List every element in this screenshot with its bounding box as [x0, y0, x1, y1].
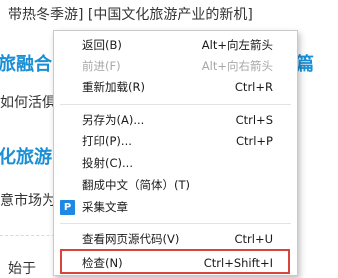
- article-title-line[interactable]: 带热冬季游] [中国文化旅游产业的新机]: [8, 4, 253, 24]
- menu-item-shortcut: Ctrl+P: [235, 134, 273, 148]
- menu-item-label: 另存为(A)...: [82, 113, 145, 127]
- menu-item-translate[interactable]: 翻成中文（简体）(T): [54, 175, 297, 196]
- menu-item-view-source[interactable]: 查看网页源代码(V) Ctrl+U: [54, 229, 297, 250]
- context-menu: 返回(B) Alt+向左箭头 前进(F) Alt+向右箭头 重新加载(R) Ct…: [53, 30, 298, 276]
- collect-article-icon: P: [60, 200, 75, 215]
- article-heading-fragment-2[interactable]: 化旅游: [0, 143, 52, 169]
- menu-separator: [60, 104, 291, 105]
- menu-item-label: 前进(F): [82, 59, 121, 73]
- menu-item-shortcut: Ctrl+U: [234, 232, 273, 246]
- inspect-highlight-box: [60, 249, 290, 274]
- article-heading-fragment-right[interactable]: 篇: [296, 50, 314, 76]
- menu-item-label: 返回(B): [82, 38, 122, 52]
- menu-item-shortcut: Alt+向左箭头: [201, 38, 273, 52]
- menu-item-label: 投射(C)...: [82, 156, 133, 170]
- menu-item-shortcut: Alt+向右箭头: [201, 59, 273, 73]
- dashed-divider: [0, 235, 60, 236]
- menu-item-label: 查看网页源代码(V): [82, 232, 180, 246]
- menu-item-shortcut: Ctrl+S: [235, 113, 273, 127]
- menu-item-collect-article[interactable]: P 采集文章: [54, 197, 297, 218]
- menu-item-save-as[interactable]: 另存为(A)... Ctrl+S: [54, 110, 297, 131]
- menu-item-label: 采集文章: [82, 200, 128, 214]
- menu-item-print[interactable]: 打印(P)... Ctrl+P: [54, 131, 297, 152]
- menu-item-reload[interactable]: 重新加载(R) Ctrl+R: [54, 77, 297, 98]
- article-text-fragment-2: 意市场为: [0, 193, 56, 209]
- menu-item-back[interactable]: 返回(B) Alt+向左箭头: [54, 35, 297, 56]
- article-heading-fragment[interactable]: 旅融合: [0, 50, 52, 76]
- menu-item-label: 翻成中文（简体）(T): [82, 178, 190, 192]
- menu-item-label: 打印(P)...: [82, 134, 132, 148]
- article-text-fragment-3: 始于: [8, 261, 36, 277]
- menu-separator: [60, 223, 291, 224]
- article-text-fragment: 如何活俱: [0, 95, 56, 111]
- menu-item-cast[interactable]: 投射(C)...: [54, 153, 297, 174]
- menu-item-shortcut: Ctrl+R: [234, 80, 273, 94]
- menu-item-label: 重新加载(R): [82, 80, 145, 94]
- menu-item-forward: 前进(F) Alt+向右箭头: [54, 56, 297, 77]
